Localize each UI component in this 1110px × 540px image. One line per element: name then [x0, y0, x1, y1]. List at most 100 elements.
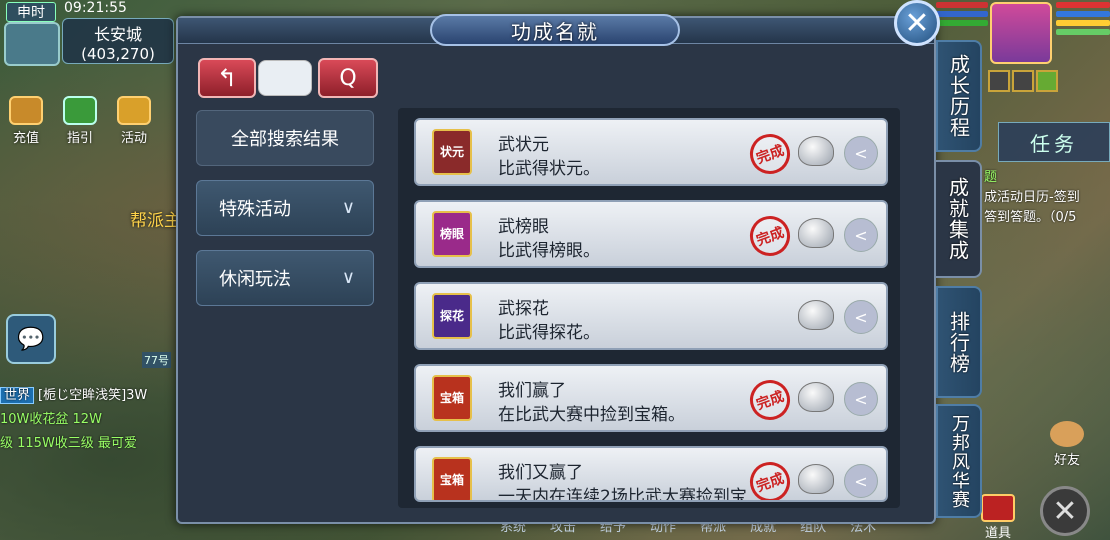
tab-ranking[interactable]: 排行榜 [936, 286, 982, 398]
search-button[interactable]: Q [318, 58, 378, 98]
completed-stamp: 完成 [744, 210, 796, 262]
inventory-label: 道具 [984, 526, 1011, 540]
silver-ingot-icon [798, 136, 834, 166]
tab-world-contest[interactable]: 万邦风华赛 [936, 404, 982, 518]
achievement-badge-icon: 探花 [432, 293, 472, 339]
achievement-row[interactable]: 宝箱 我们赢了在比武大赛中捡到宝箱。 完成 < [414, 364, 888, 432]
world-chat[interactable]: 世界 [栀じ空眸浅笑]3W 10W收花盆 12W 级 115W收三级 最可爱 [0, 384, 178, 456]
achievement-row[interactable]: 状元 武状元比武得状元。 完成 < [414, 118, 888, 186]
category-leisure[interactable]: 休闲玩法 ∨ [196, 250, 374, 306]
search-input[interactable] [258, 60, 312, 96]
achievement-badge-icon: 宝箱 [432, 457, 472, 500]
back-button[interactable]: ↰ [198, 58, 256, 98]
handshake-icon [1050, 421, 1084, 447]
tab-growth-history[interactable]: 成长历程 [936, 40, 982, 152]
chat-line: [栀じ空眸浅笑]3W [38, 388, 148, 403]
player-avatar[interactable] [990, 2, 1052, 64]
task-tab[interactable]: 任务 [998, 122, 1110, 162]
achievement-row[interactable]: 榜眼 武榜眼比武得榜眼。 完成 < [414, 200, 888, 268]
inventory-button[interactable]: 道具 [978, 494, 1018, 540]
silver-ingot-icon [798, 300, 834, 330]
location-coords: (403,270) [81, 45, 155, 63]
chevron-down-icon: ∨ [341, 197, 355, 218]
time-period-tag: 申时 [6, 2, 56, 22]
minimap-thumbnail[interactable] [4, 22, 60, 66]
achievement-row[interactable]: 探花 武探花比武得探花。 < [414, 282, 888, 350]
back-arrow-icon: ↰ [216, 64, 238, 92]
completed-stamp: 完成 [744, 374, 796, 426]
achievement-name: 武探花 [498, 299, 549, 319]
achievement-desc: 比武得探花。 [498, 323, 600, 343]
chat-line: 级 115W收三级 最可爱 [0, 436, 137, 451]
category-label: 休闲玩法 [219, 269, 291, 290]
category-all-results[interactable]: 全部搜索结果 [196, 110, 374, 166]
chevron-down-icon: ∨ [341, 267, 355, 288]
location-name: 长安城 [93, 25, 142, 44]
buff-icon [1036, 70, 1058, 92]
achievement-desc: 在比武大赛中捡到宝箱。 [498, 405, 685, 425]
share-icon: < [854, 471, 868, 491]
world-channel-tag: 世界 [0, 387, 35, 404]
silver-ingot-icon [798, 218, 834, 248]
search-icon: Q [339, 65, 357, 91]
share-button[interactable]: < [844, 300, 878, 334]
collapse-menu-button[interactable]: ✕ [1040, 486, 1090, 536]
npc-label: 帮派主 [130, 211, 181, 231]
buff-icon [1012, 70, 1034, 92]
map-label: 77号 [142, 352, 171, 368]
close-icon: ✕ [1052, 493, 1078, 529]
achievement-name: 我们赢了 [498, 381, 566, 401]
share-icon: < [854, 307, 868, 327]
chat-line: 10W收花盆 12W [0, 412, 102, 427]
panel-title: 功成名就 [430, 14, 680, 46]
activity-button[interactable]: 活动 [110, 96, 158, 146]
achievement-name: 我们又赢了 [498, 463, 583, 483]
category-special-events[interactable]: 特殊活动 ∨ [196, 180, 374, 236]
buff-icon [988, 70, 1010, 92]
tab-achievement-collection[interactable]: 成就集成 [936, 160, 982, 278]
guide-icon [63, 96, 97, 125]
chat-button[interactable]: 💬 [6, 314, 56, 364]
category-label: 特殊活动 [219, 199, 291, 220]
close-panel-button[interactable]: ✕ [894, 0, 940, 46]
top-left-icon-row: 充值 指引 活动 [2, 96, 158, 146]
task-tracker[interactable]: 题 成活动日历-签到 答到答题。（0/5 [984, 168, 1110, 228]
share-button[interactable]: < [844, 382, 878, 416]
task-title: 题 [984, 170, 998, 185]
completed-stamp: 完成 [744, 128, 796, 180]
friends-button[interactable]: 好友 [1040, 418, 1094, 468]
activity-label: 活动 [120, 131, 147, 146]
task-line: 答到答题。（0/5 [984, 210, 1077, 225]
share-icon: < [854, 389, 868, 409]
status-bars-left [936, 2, 988, 29]
task-line: 成活动日历-签到 [984, 190, 1080, 205]
activity-icon [117, 96, 151, 125]
share-button[interactable]: < [844, 136, 878, 170]
achievement-badge-icon: 状元 [432, 129, 472, 175]
clock-text: 09:21:55 [64, 0, 127, 16]
chat-bubble-icon: 💬 [17, 326, 45, 352]
buff-icons [988, 70, 1058, 92]
achievement-desc: 比武得榜眼。 [498, 241, 600, 261]
recharge-button[interactable]: 充值 [2, 96, 50, 146]
share-icon: < [854, 225, 868, 245]
category-label: 全部搜索结果 [231, 129, 339, 150]
location-box[interactable]: 长安城 (403,270) [62, 18, 174, 64]
share-button[interactable]: < [844, 218, 878, 252]
achievement-badge-icon: 宝箱 [432, 375, 472, 421]
achievement-row[interactable]: 宝箱 我们又赢了 一天内在连续2场比武大赛捡到宝 完成 < [414, 446, 888, 502]
achievement-name: 武榜眼 [498, 217, 549, 237]
achievement-desc: 比武得状元。 [498, 159, 600, 179]
achievement-name: 武状元 [498, 135, 549, 155]
treasure-chest-icon [981, 494, 1015, 522]
completed-stamp: 完成 [744, 456, 796, 500]
achievement-badge-icon: 榜眼 [432, 211, 472, 257]
share-icon: < [854, 143, 868, 163]
guide-button[interactable]: 指引 [56, 96, 104, 146]
share-button[interactable]: < [844, 464, 878, 498]
guide-label: 指引 [66, 131, 93, 146]
recharge-label: 充值 [12, 131, 39, 146]
player-status-bars [1056, 2, 1110, 38]
silver-ingot-icon [798, 464, 834, 494]
close-icon: ✕ [904, 5, 930, 41]
